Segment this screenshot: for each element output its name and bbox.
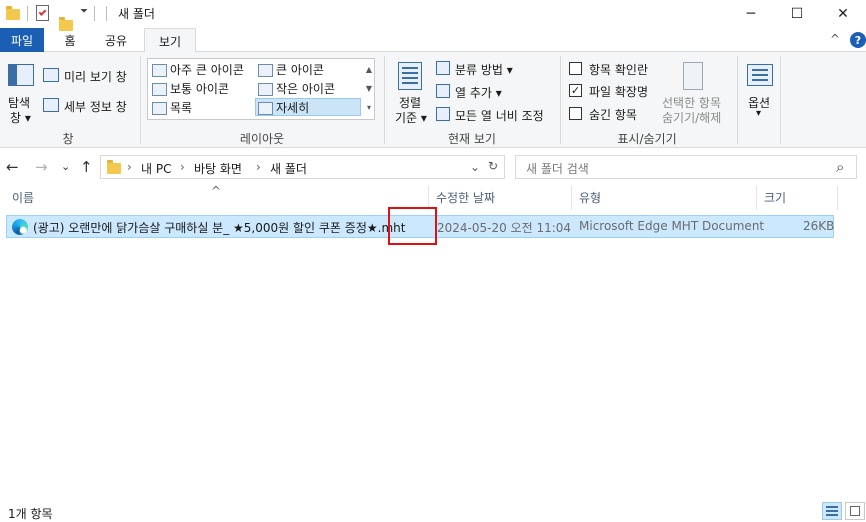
annotation-highlight-box — [388, 207, 437, 245]
tab-file[interactable]: 파일 — [0, 28, 44, 52]
file-size: 26KB — [803, 219, 835, 233]
options-button-caret[interactable]: ▾ — [756, 108, 761, 119]
sort-by-button-caret[interactable]: 기준 ▾ — [395, 109, 427, 126]
ribbon: 탐색 창 ▾ 미리 보기 창 세부 정보 창 창 아주 큰 아이콘 큰 아이콘 … — [0, 52, 866, 148]
sort-by-icon — [398, 62, 422, 90]
layout-medium-icons[interactable]: 보통 아이콘 — [150, 80, 229, 98]
divider — [560, 56, 561, 144]
fit-columns-button[interactable]: 모든 열 너비 조정 — [455, 107, 544, 124]
layout-list[interactable]: 목록 — [150, 99, 192, 117]
breadcrumb-separator[interactable]: › — [180, 160, 185, 174]
item-checkboxes-checkbox[interactable] — [569, 62, 582, 75]
preview-pane-button[interactable]: 미리 보기 창 — [64, 68, 127, 85]
add-columns-button[interactable]: 열 추가 ▾ — [455, 84, 502, 101]
column-header-type[interactable]: 유형 — [579, 186, 601, 210]
layout-details[interactable]: 자세히 — [255, 98, 361, 116]
file-name[interactable]: (광고) 오랜만에 닭가슴살 구매하실 분_ ★5,000원 할인 쿠폰 증정★… — [33, 219, 405, 236]
breadcrumb-separator[interactable]: › — [256, 160, 261, 174]
layout-large-icons[interactable]: 큰 아이콘 — [256, 61, 324, 79]
group-label-layout: 레이아웃 — [239, 132, 285, 146]
group-by-button[interactable]: 분류 방법 ▾ — [455, 61, 513, 78]
address-bar[interactable]: › 내 PC › 바탕 화면 › 새 폴더 ⌄ ↻ — [100, 155, 505, 179]
column-header-modified[interactable]: 수정한 날짜 — [436, 186, 495, 210]
folder-icon — [6, 6, 20, 20]
divider — [106, 6, 107, 21]
close-button[interactable]: ✕ — [820, 0, 866, 28]
maximize-button[interactable]: ☐ — [774, 0, 820, 28]
back-button[interactable]: ← — [6, 158, 19, 176]
layout-small-icons[interactable]: 작은 아이콘 — [256, 80, 335, 98]
divider — [780, 56, 781, 144]
layout-gallery-scroll[interactable]: ▲ ▼ ▾ — [362, 60, 376, 118]
tab-view[interactable]: 보기 — [144, 28, 196, 53]
sort-indicator: ^ — [211, 184, 222, 198]
divider — [737, 56, 738, 144]
details-pane-button[interactable]: 세부 정보 창 — [64, 98, 127, 115]
breadcrumb-this-pc[interactable]: 내 PC — [141, 160, 171, 177]
file-extensions-checkbox[interactable]: ✓ — [569, 84, 582, 97]
customize-toolbar-icon[interactable]: ⏷ — [80, 6, 88, 23]
divider — [140, 56, 141, 144]
hidden-items-checkbox[interactable] — [569, 107, 582, 120]
title-bar: ⏷ 새 폴더 ─ ☐ ✕ — [0, 0, 866, 31]
minimize-button[interactable]: ─ — [728, 0, 774, 28]
search-icon[interactable]: ⌕ — [836, 158, 844, 176]
add-columns-icon — [436, 84, 450, 98]
status-item-count: 1개 항목 — [8, 507, 53, 521]
refresh-button[interactable]: ↻ — [488, 159, 498, 173]
edge-icon — [12, 219, 28, 235]
ribbon-tabs: 파일 홈 공유 보기 ^ — [0, 28, 866, 53]
file-type: Microsoft Edge MHT Document — [579, 219, 765, 233]
up-button[interactable]: ↑ — [80, 158, 93, 176]
column-header-size[interactable]: 크기 — [764, 186, 786, 210]
large-icons-view-button[interactable] — [845, 502, 865, 520]
properties-icon[interactable] — [36, 5, 49, 21]
search-input[interactable]: 새 폴더 검색 — [526, 160, 589, 177]
tab-share[interactable]: 공유 — [94, 28, 138, 52]
group-by-icon — [436, 61, 450, 75]
folder-icon — [107, 160, 121, 174]
fit-columns-icon — [436, 107, 450, 121]
breadcrumb-new-folder[interactable]: 새 폴더 — [270, 160, 307, 177]
hide-selected-icon — [683, 62, 703, 90]
divider — [384, 56, 385, 144]
group-label-pane: 창 — [62, 132, 74, 146]
options-icon — [747, 64, 773, 86]
navigation-pane-button-caret[interactable]: 창 ▾ — [10, 109, 31, 126]
window-title: 새 폴더 — [118, 7, 155, 21]
details-pane-icon — [43, 98, 59, 112]
divider — [756, 186, 757, 210]
layout-gallery: 아주 큰 아이콘 큰 아이콘 보통 아이콘 작은 아이콘 목록 자세히 — [147, 58, 375, 120]
breadcrumb-desktop[interactable]: 바탕 화면 — [194, 160, 242, 177]
address-dropdown-button[interactable]: ⌄ — [470, 160, 480, 174]
recent-locations-button[interactable]: ⌄ — [61, 160, 70, 173]
column-header-name[interactable]: 이름 — [12, 186, 34, 210]
divider — [571, 186, 572, 210]
divider — [27, 6, 28, 21]
tab-home[interactable]: 홈 — [52, 28, 88, 52]
group-label-current-view: 현재 보기 — [448, 132, 496, 146]
item-checkboxes-label[interactable]: 항목 확인란 — [589, 61, 648, 78]
search-box[interactable]: 새 폴더 검색 ⌕ — [515, 155, 857, 179]
file-modified: 2024-05-20 오전 11:04 — [437, 221, 572, 235]
help-button[interactable]: ? — [850, 32, 866, 48]
navigation-pane-icon — [8, 64, 34, 86]
details-view-button[interactable] — [822, 502, 842, 520]
breadcrumb-separator[interactable]: › — [127, 160, 132, 174]
collapse-ribbon-button[interactable]: ^ — [830, 32, 840, 46]
divider — [837, 186, 838, 210]
hide-selected-button-line2: 숨기기/해제 — [662, 111, 722, 125]
forward-button[interactable]: → — [35, 158, 48, 176]
hidden-items-label[interactable]: 숨긴 항목 — [589, 106, 637, 123]
group-label-show-hide: 표시/숨기기 — [617, 132, 677, 146]
divider — [94, 6, 95, 21]
file-extensions-label[interactable]: 파일 확장명 — [589, 83, 648, 100]
layout-extra-large-icons[interactable]: 아주 큰 아이콘 — [150, 61, 244, 79]
preview-pane-icon — [43, 68, 59, 82]
